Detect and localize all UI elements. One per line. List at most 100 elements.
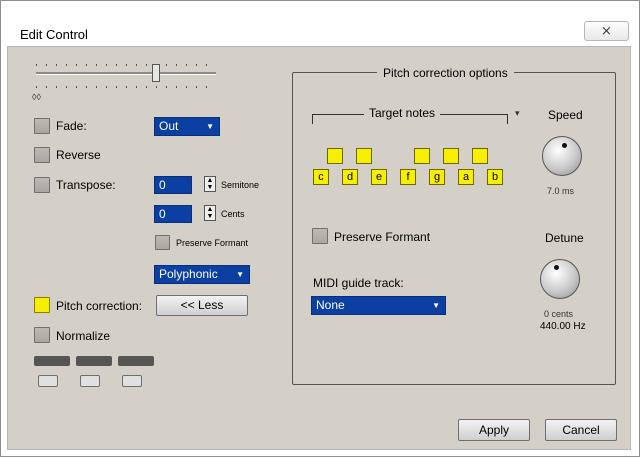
- note-key-a[interactable]: a: [458, 169, 474, 185]
- window-title: Edit Control: [20, 27, 88, 42]
- slider-tick: [176, 64, 177, 66]
- output-button-3[interactable]: [122, 375, 142, 387]
- slider-tick: [136, 64, 137, 66]
- note-key-f-sharp[interactable]: [414, 148, 430, 164]
- semitone-input[interactable]: 0: [154, 176, 192, 194]
- slider-tick: [86, 64, 87, 66]
- semitone-unit: Semitone: [221, 180, 260, 190]
- cents-stepper[interactable]: ▲ ▼: [204, 205, 216, 221]
- slider-tick: [46, 86, 47, 88]
- note-key-c[interactable]: c: [313, 169, 329, 185]
- output-bar-1: [34, 356, 70, 366]
- preserve-formant-left-label: Preserve Formant: [176, 238, 249, 248]
- detune-label: Detune: [545, 231, 584, 245]
- transpose-checkbox[interactable]: [34, 177, 50, 193]
- slider-hint-icon: ◊◊: [32, 92, 41, 102]
- level-slider-track[interactable]: [36, 72, 216, 75]
- close-icon: ⨯: [601, 23, 612, 38]
- midi-guide-value: None: [316, 298, 345, 312]
- cancel-button[interactable]: Cancel: [545, 419, 617, 441]
- less-button[interactable]: << Less: [156, 295, 248, 316]
- slider-tick: [116, 64, 117, 66]
- cents-unit: Cents: [221, 209, 245, 219]
- target-notes-menu-icon[interactable]: ▾: [515, 108, 520, 119]
- cents-input[interactable]: 0: [154, 205, 192, 223]
- pitch-correction-checkbox[interactable]: [34, 297, 50, 313]
- semitone-stepper[interactable]: ▲ ▼: [204, 176, 216, 192]
- output-button-1[interactable]: [38, 375, 58, 387]
- slider-tick: [106, 86, 107, 88]
- close-button[interactable]: ⨯: [584, 21, 629, 41]
- note-key-g[interactable]: g: [429, 169, 445, 185]
- slider-tick: [126, 64, 127, 66]
- note-key-g-sharp[interactable]: [443, 148, 459, 164]
- midi-guide-dropdown[interactable]: None ▼: [311, 296, 446, 315]
- target-notes-label: Target notes: [364, 106, 441, 120]
- fade-checkbox[interactable]: [34, 118, 50, 134]
- stepper-up-icon: ▲: [206, 206, 214, 213]
- stepper-down-icon: ▼: [206, 213, 214, 220]
- pitch-correction-label: Pitch correction:: [56, 299, 143, 313]
- output-button-2[interactable]: [80, 375, 100, 387]
- preserve-formant-label: Preserve Formant: [334, 230, 431, 244]
- note-key-e[interactable]: e: [371, 169, 387, 185]
- slider-tick: [66, 86, 67, 88]
- preserve-formant-checkbox[interactable]: [312, 228, 328, 244]
- slider-tick: [36, 64, 37, 66]
- chevron-down-icon: ▼: [432, 301, 440, 310]
- title-bar: Edit Control ⨯: [1, 1, 639, 42]
- slider-tick: [156, 86, 157, 88]
- slider-tick: [166, 86, 167, 88]
- slider-tick: [196, 64, 197, 66]
- slider-tick: [56, 86, 57, 88]
- slider-tick: [186, 86, 187, 88]
- slider-tick: [96, 86, 97, 88]
- slider-tick: [126, 86, 127, 88]
- fade-label: Fade:: [56, 119, 87, 133]
- transpose-label: Transpose:: [56, 178, 116, 192]
- slider-tick: [116, 86, 117, 88]
- speed-label: Speed: [548, 108, 583, 122]
- note-key-a-sharp[interactable]: [472, 148, 488, 164]
- target-notes-bracket-left: [312, 114, 313, 124]
- knob-indicator-icon: [554, 265, 559, 270]
- stepper-down-icon: ▼: [206, 184, 214, 191]
- note-key-f[interactable]: f: [400, 169, 416, 185]
- note-key-c-sharp[interactable]: [327, 148, 343, 164]
- slider-tick: [76, 64, 77, 66]
- output-bar-2: [76, 356, 112, 366]
- detune-knob[interactable]: [540, 259, 580, 299]
- target-notes-bracket-right: [507, 114, 508, 124]
- slider-tick: [166, 64, 167, 66]
- speed-knob[interactable]: [542, 136, 582, 176]
- slider-tick: [96, 64, 97, 66]
- slider-tick: [146, 64, 147, 66]
- slider-tick: [36, 86, 37, 88]
- midi-guide-label: MIDI guide track:: [313, 276, 404, 290]
- slider-tick: [106, 64, 107, 66]
- pitch-options-title: Pitch correction options: [377, 66, 514, 80]
- apply-button[interactable]: Apply: [458, 419, 530, 441]
- slider-tick: [186, 64, 187, 66]
- chevron-down-icon: ▼: [206, 122, 214, 131]
- chevron-down-icon: ▼: [236, 270, 244, 279]
- level-slider-thumb[interactable]: [152, 64, 160, 82]
- fade-dropdown[interactable]: Out ▼: [154, 117, 220, 136]
- slider-tick: [46, 64, 47, 66]
- mode-dropdown[interactable]: Polyphonic ▼: [154, 265, 250, 284]
- reverse-checkbox[interactable]: [34, 147, 50, 163]
- note-key-d[interactable]: d: [342, 169, 358, 185]
- knob-indicator-icon: [562, 143, 567, 148]
- note-key-b[interactable]: b: [487, 169, 503, 185]
- slider-tick: [76, 86, 77, 88]
- speed-value: 7.0 ms: [547, 186, 575, 196]
- note-key-d-sharp[interactable]: [356, 148, 372, 164]
- normalize-checkbox[interactable]: [34, 327, 50, 343]
- preserve-formant-left-checkbox[interactable]: [155, 235, 170, 250]
- fade-dropdown-value: Out: [159, 119, 179, 133]
- detune-frequency: 440.00 Hz: [540, 321, 586, 332]
- normalize-label: Normalize: [56, 329, 111, 343]
- detune-cents-value: 0 cents: [544, 309, 574, 319]
- mode-dropdown-value: Polyphonic: [159, 267, 218, 281]
- slider-tick: [196, 86, 197, 88]
